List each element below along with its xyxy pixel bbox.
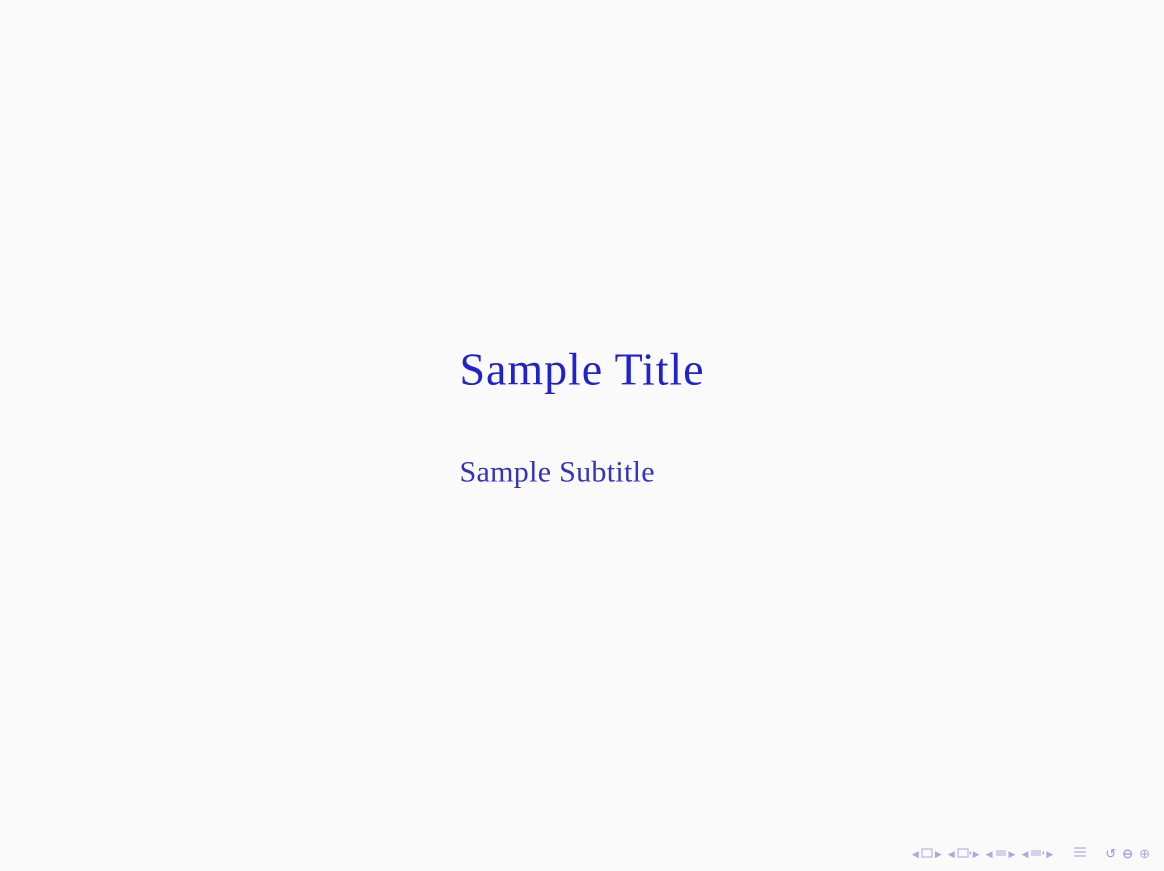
zoom-out-icon[interactable]: ⊖: [1122, 846, 1133, 862]
nav-sub-icon: [995, 848, 1007, 860]
nav-sub-prev-arrow[interactable]: ◀: [986, 849, 993, 860]
nav-lines-next-arrow[interactable]: ▶: [1046, 849, 1053, 860]
nav-sub-next-arrow[interactable]: ▶: [1009, 849, 1016, 860]
slide-container: Sample Title Sample Subtitle ◀ ▶ ◀ ▶: [0, 0, 1164, 871]
slide-content: Sample Title Sample Subtitle: [460, 342, 705, 489]
nav-section-prev-arrow[interactable]: ◀: [948, 849, 955, 860]
nav-section-icon: [957, 848, 971, 860]
slide-subtitle: Sample Subtitle: [460, 455, 655, 489]
nav-section-next-arrow[interactable]: ▶: [973, 849, 980, 860]
zoom-in-icon[interactable]: ⊕: [1139, 846, 1150, 862]
bottom-toolbar: ◀ ▶ ◀ ▶ ◀: [912, 845, 1150, 863]
nav-group-slide: ◀ ▶: [912, 848, 942, 860]
nav-group-section: ◀ ▶: [948, 848, 980, 860]
nav-prev-arrow[interactable]: ◀: [912, 849, 919, 860]
loop-back-icon[interactable]: ↺: [1105, 846, 1116, 862]
nav-box-icon: [921, 848, 933, 860]
slide-title: Sample Title: [460, 342, 705, 395]
nav-next-arrow[interactable]: ▶: [935, 849, 942, 860]
menu-icon[interactable]: [1073, 845, 1087, 863]
nav-lines-icon: [1030, 848, 1044, 860]
nav-lines-prev-arrow[interactable]: ◀: [1021, 849, 1028, 860]
nav-group-subsection: ◀ ▶: [986, 848, 1016, 860]
nav-group-lines: ◀ ▶: [1021, 848, 1053, 860]
